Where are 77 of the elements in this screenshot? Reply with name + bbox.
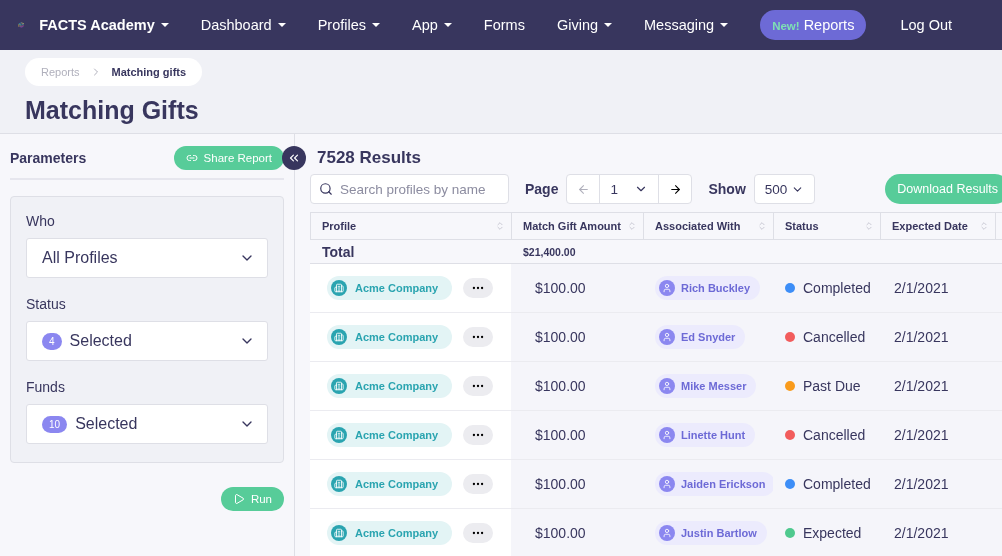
- filter-label: Who: [26, 213, 56, 229]
- caret-icon: [443, 23, 452, 27]
- reports-link[interactable]: New! Reports: [760, 10, 867, 40]
- status-text: Past Due: [803, 378, 861, 394]
- user-icon: [659, 280, 675, 296]
- person-tag[interactable]: Jaiden Erickson: [655, 472, 776, 496]
- arrow-right-icon: [668, 182, 682, 196]
- sort-icon: [979, 221, 989, 231]
- page-size-dropdown[interactable]: 500: [753, 174, 816, 204]
- double-chevron-left-icon: [287, 151, 301, 165]
- logout-link[interactable]: Log Out: [900, 17, 952, 33]
- status-text: Completed: [803, 280, 871, 296]
- sort-icon: [495, 221, 505, 231]
- caret-icon: [372, 23, 380, 27]
- caret-icon: [160, 23, 169, 27]
- search-field[interactable]: Search profiles by name: [310, 174, 509, 204]
- building-icon: [331, 525, 347, 541]
- filter-dropdown[interactable]: All Profiles: [26, 238, 268, 278]
- building-icon: [331, 476, 347, 492]
- caret-icon: [277, 23, 286, 27]
- caret-icon: [604, 23, 612, 27]
- column-header[interactable]: Match Gift Amount: [511, 212, 643, 240]
- user-icon: [659, 525, 675, 541]
- building-icon: [331, 280, 347, 296]
- filter-dropdown[interactable]: 4 Selected: [26, 321, 268, 361]
- status-text: Expected: [803, 525, 862, 541]
- play-icon: [232, 493, 245, 505]
- filter-label: Status: [26, 296, 67, 312]
- person-tag[interactable]: Ed Snyder: [655, 325, 746, 349]
- person-tag[interactable]: Linette Hunt: [655, 423, 756, 447]
- sort-icon: [757, 221, 767, 231]
- nav-link[interactable]: Profiles: [317, 17, 380, 33]
- show-label: Show: [708, 181, 746, 197]
- breadcrumb-link[interactable]: Matching gifts: [111, 66, 187, 78]
- nav-link[interactable]: Dashboard: [200, 17, 286, 33]
- more-button[interactable]: [463, 327, 493, 347]
- more-button[interactable]: [463, 523, 493, 543]
- status-text: Completed: [803, 476, 871, 492]
- user-icon: [659, 329, 675, 345]
- caret-icon: [720, 23, 729, 27]
- school-menu[interactable]: FACTS Academy: [39, 17, 169, 33]
- arrow-left-icon: [576, 182, 590, 196]
- filter-label: Funds: [26, 379, 66, 395]
- page-title: Matching Gifts: [25, 96, 200, 125]
- user-icon: [659, 378, 675, 394]
- parameters-heading: Parameters: [10, 150, 87, 166]
- more-button[interactable]: [463, 474, 493, 494]
- results-count: 7528 Results: [317, 148, 422, 168]
- nav-link[interactable]: Messaging: [644, 17, 729, 33]
- collapse-button[interactable]: [282, 146, 306, 170]
- search-icon: [319, 182, 333, 196]
- column-header[interactable]: Associated With: [643, 212, 773, 240]
- page-dropdown[interactable]: 1: [599, 175, 660, 203]
- column-header[interactable]: Expected Date: [880, 212, 995, 240]
- building-icon: [331, 427, 347, 443]
- user-icon: [659, 476, 675, 492]
- more-button[interactable]: [463, 278, 493, 298]
- nav-link[interactable]: Forms: [483, 17, 525, 33]
- page-label: Page: [525, 181, 559, 197]
- building-icon: [331, 378, 347, 394]
- person-tag[interactable]: Mike Messer: [655, 374, 757, 398]
- more-button[interactable]: [463, 425, 493, 445]
- more-button[interactable]: [463, 376, 493, 396]
- person-tag[interactable]: Justin Bartlow: [655, 521, 767, 545]
- column-header[interactable]: Profile: [310, 212, 511, 240]
- filter-dropdown[interactable]: 10 Selected: [26, 404, 268, 444]
- column-header[interactable]: Status: [773, 212, 880, 240]
- status-text: Cancelled: [803, 329, 866, 345]
- building-icon: [331, 329, 347, 345]
- link-icon: [185, 152, 198, 164]
- nav-link[interactable]: Giving: [556, 17, 612, 33]
- sort-icon: [627, 221, 637, 231]
- nav-link[interactable]: App: [412, 17, 452, 33]
- status-text: Cancelled: [803, 427, 866, 443]
- sort-icon: [864, 221, 874, 231]
- person-tag[interactable]: Rich Buckley: [655, 276, 761, 300]
- user-icon: [659, 427, 675, 443]
